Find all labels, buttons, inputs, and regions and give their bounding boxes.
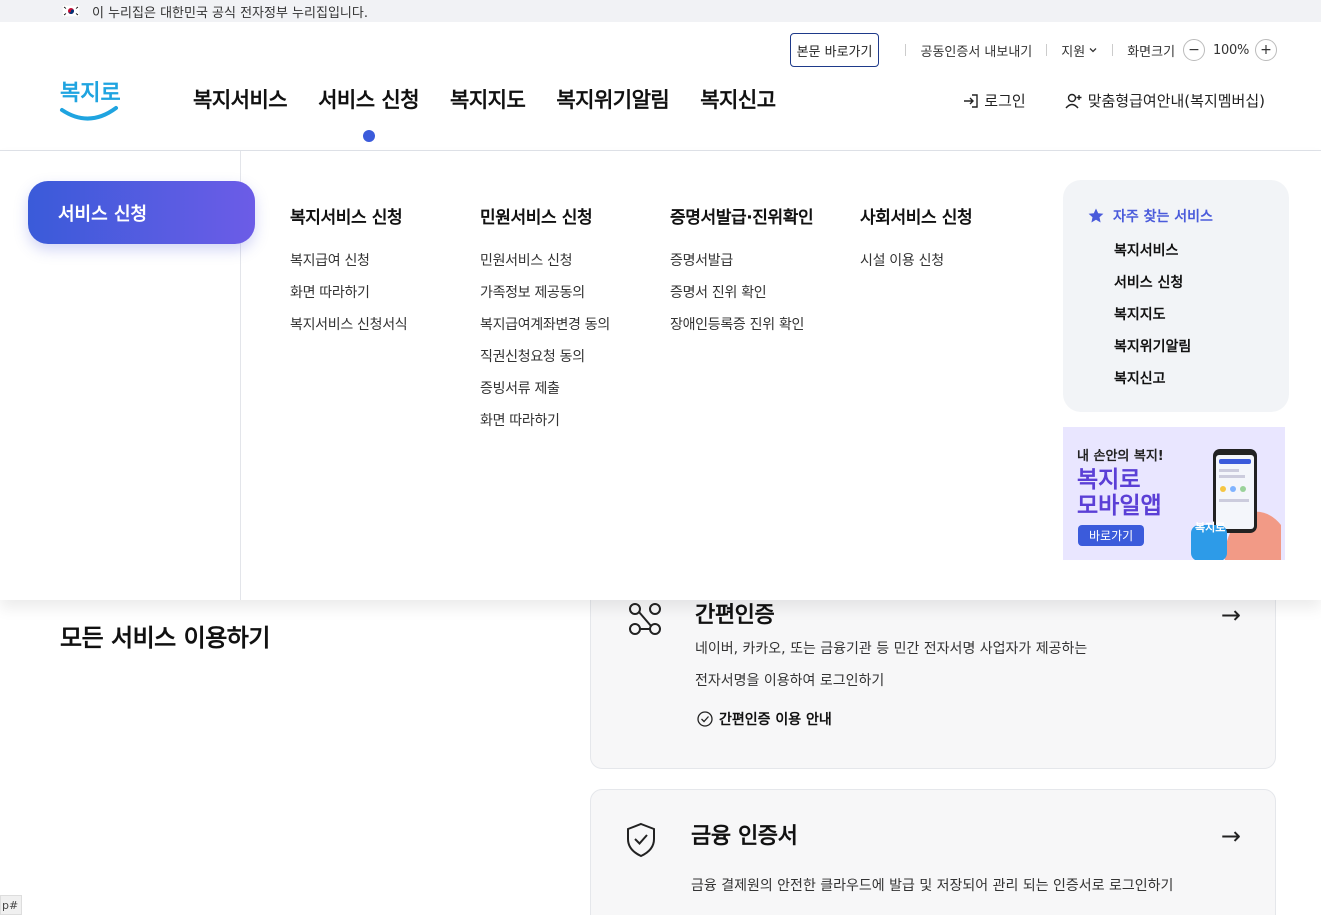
- divider: [1112, 44, 1114, 56]
- card-description-line: 전자서명을 이용하여 로그인하기: [695, 673, 885, 689]
- favorite-link[interactable]: 복지위기알림: [1114, 336, 1289, 368]
- membership-label: 맞춤형급여안내(복지멤버십): [1087, 92, 1265, 110]
- menu-link[interactable]: 복지서비스 신청서식: [290, 314, 408, 346]
- mega-menu-category[interactable]: 서비스 신청: [28, 181, 255, 244]
- phone-hand-icon: [1191, 449, 1281, 560]
- menu-link[interactable]: 복지급여계좌변경 동의: [480, 314, 610, 346]
- utility-bar: 본문 바로가기 공동인증서 내보내기 지원 화면크기 − 100% +: [789, 33, 1277, 67]
- shield-check-icon: [627, 822, 655, 858]
- card-description: 금융 결제원의 안전한 클라우드에 발급 및 저장되어 관리 되는 인증서로 로…: [691, 878, 1174, 894]
- menu-link[interactable]: 복지급여 신청: [290, 250, 407, 282]
- banner-badge: 복지로: [1195, 521, 1226, 534]
- skip-to-content-button[interactable]: 본문 바로가기: [789, 33, 880, 67]
- banner-go-button[interactable]: 바로가기: [1078, 525, 1145, 546]
- simple-auth-guide-link[interactable]: 간편인증 이용 안내: [697, 709, 832, 729]
- menu-link[interactable]: 시설 이용 신청: [860, 250, 972, 282]
- menu-column-civil-apply: 민원서비스 신청 민원서비스 신청 가족정보 제공동의 복지급여계좌변경 동의 …: [480, 203, 610, 442]
- arrow-right-icon: →: [1220, 601, 1241, 629]
- mobile-app-banner[interactable]: 내 손안의 복지! 복지로 모바일앱 바로가기 복지로: [1063, 427, 1285, 560]
- star-icon: [1088, 208, 1104, 223]
- card-title: 금융 인증서: [691, 824, 798, 849]
- favorites-title: 자주 찾는 서비스: [1087, 206, 1289, 226]
- menu-column-certificates: 증명서발급·진위확인 증명서발급 증명서 진위 확인 장애인등록증 진위 확인: [670, 203, 814, 346]
- nav-crisis-alert[interactable]: 복지위기알림: [556, 84, 669, 114]
- card-description: 네이버, 카카오, 또는 금융기관 등 민간 전자서명 사업자가 제공하는 전자…: [695, 633, 1175, 697]
- site-logo[interactable]: 복지로: [58, 72, 121, 124]
- chevron-down-icon: [1089, 48, 1097, 53]
- user-plus-icon: [1065, 93, 1082, 108]
- card-description-line: 네이버, 카카오, 또는 금융기관 등 민간 전자서명 사업자가 제공하는: [695, 641, 1088, 657]
- support-label: 지원: [1061, 44, 1086, 60]
- gov-banner: 이 누리집은 대한민국 공식 전자정부 누리집입니다.: [0, 0, 1321, 22]
- divider: [905, 44, 907, 56]
- menu-column-social-service: 사회서비스 신청 시설 이용 신청: [860, 203, 973, 282]
- guide-label: 간편인증 이용 안내: [719, 712, 832, 728]
- menu-link[interactable]: 증명서 진위 확인: [670, 282, 813, 314]
- section-title: 모든 서비스 이용하기: [60, 624, 270, 652]
- mega-menu: 서비스 신청 복지서비스 신청 복지급여 신청 화면 따라하기 복지서비스 신청…: [0, 151, 1321, 600]
- favorites-title-label: 자주 찾는 서비스: [1113, 209, 1213, 225]
- favorite-link[interactable]: 복지신고: [1114, 368, 1289, 400]
- finance-cert-card[interactable]: 금융 인증서 → 금융 결제원의 안전한 클라우드에 발급 및 저장되어 관리 …: [590, 789, 1276, 915]
- nav-service-apply-label: 서비스 신청: [318, 88, 420, 112]
- svg-text:복지로: 복지로: [60, 81, 120, 106]
- banner-line2: 복지로: [1077, 467, 1141, 493]
- zoom-out-button[interactable]: −: [1183, 39, 1206, 61]
- membership-button[interactable]: 맞춤형급여안내(복지멤버십): [1064, 90, 1265, 111]
- active-indicator: [362, 130, 375, 142]
- login-icon: [964, 93, 978, 108]
- menu-column-title[interactable]: 사회서비스 신청: [860, 203, 973, 228]
- card-title: 간편인증: [695, 603, 775, 628]
- favorite-link[interactable]: 복지서비스: [1114, 240, 1289, 272]
- nav-welfare-map[interactable]: 복지지도: [450, 84, 526, 114]
- menu-column-title[interactable]: 복지서비스 신청: [290, 203, 407, 228]
- favorites-panel: 자주 찾는 서비스 복지서비스 서비스 신청 복지지도 복지위기알림 복지신고: [1063, 180, 1289, 412]
- check-circle-icon: [697, 711, 713, 727]
- header-actions: 로그인 맞춤형급여안내(복지멤버십): [962, 90, 1265, 111]
- menu-link[interactable]: 증빙서류 제출: [480, 378, 610, 410]
- zoom-in-button[interactable]: +: [1255, 39, 1277, 61]
- favorite-link[interactable]: 서비스 신청: [1114, 272, 1289, 304]
- menu-link[interactable]: 화면 따라하기: [290, 282, 407, 314]
- menu-link[interactable]: 직권신청요청 동의: [480, 346, 610, 378]
- menu-column-title[interactable]: 증명서발급·진위확인: [670, 203, 814, 228]
- menu-link[interactable]: 증명서발급: [670, 250, 813, 282]
- gov-banner-text: 이 누리집은 대한민국 공식 전자정부 누리집입니다.: [92, 5, 368, 21]
- menu-link[interactable]: 장애인등록증 진위 확인: [670, 314, 813, 346]
- login-label: 로그인: [984, 92, 1026, 110]
- banner-line1: 내 손안의 복지!: [1077, 449, 1164, 464]
- nav-welfare-report[interactable]: 복지신고: [700, 84, 776, 114]
- zoom-label: 화면크기: [1127, 44, 1176, 60]
- cert-export-link[interactable]: 공동인증서 내보내기: [920, 41, 1032, 60]
- menu-link[interactable]: 화면 따라하기: [480, 410, 610, 442]
- corner-tag: p#: [0, 895, 22, 915]
- banner-headline: 복지로 모바일앱: [1077, 467, 1162, 519]
- menu-column-title[interactable]: 민원서비스 신청: [480, 203, 610, 228]
- arrow-right-icon: →: [1220, 822, 1241, 850]
- korea-flag-icon: [62, 5, 80, 17]
- share-nodes-icon: [629, 603, 661, 635]
- login-button[interactable]: 로그인: [962, 90, 1026, 111]
- favorite-link[interactable]: 복지지도: [1114, 304, 1289, 336]
- menu-column-welfare-apply: 복지서비스 신청 복지급여 신청 화면 따라하기 복지서비스 신청서식: [290, 203, 408, 346]
- main-nav: 복지서비스 서비스 신청 복지지도 복지위기알림 복지신고: [193, 84, 776, 142]
- menu-link[interactable]: 민원서비스 신청: [480, 250, 610, 282]
- nav-service-apply[interactable]: 서비스 신청: [318, 84, 420, 142]
- banner-line3: 모바일앱: [1077, 493, 1162, 519]
- support-dropdown[interactable]: 지원: [1061, 41, 1098, 60]
- divider: [1046, 44, 1048, 56]
- nav-welfare-service[interactable]: 복지서비스: [193, 84, 288, 114]
- bokjiro-logo-icon: 복지로: [60, 81, 121, 121]
- zoom-value: 100%: [1213, 42, 1249, 58]
- menu-link[interactable]: 가족정보 제공동의: [480, 282, 610, 314]
